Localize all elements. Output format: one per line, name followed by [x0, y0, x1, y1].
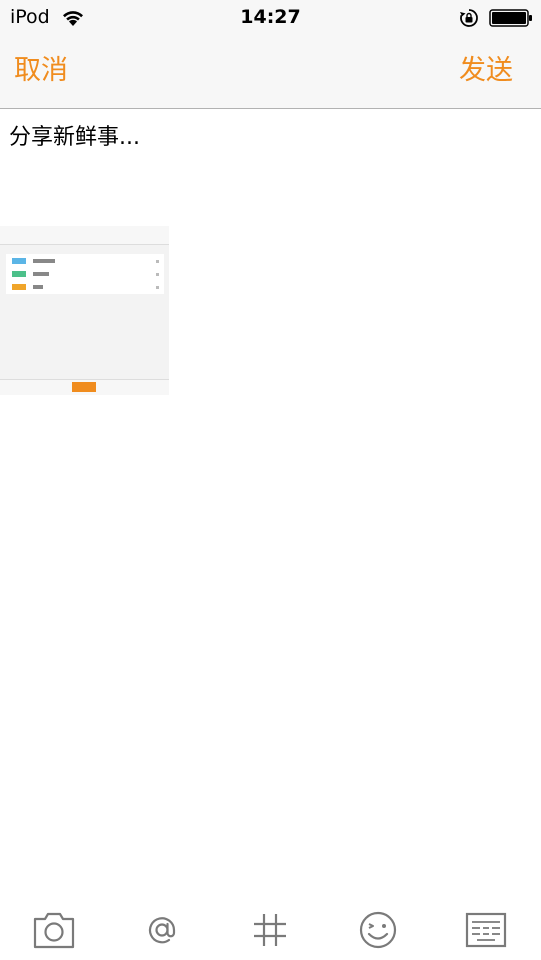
thumbnail-row-text — [33, 285, 43, 289]
thumbnail-row-text — [33, 259, 55, 263]
at-icon[interactable] — [140, 910, 184, 950]
battery-icon — [489, 9, 533, 27]
rotation-lock-icon — [459, 8, 479, 28]
thumbnail-compose-tab — [72, 382, 96, 392]
status-bar: iPod 14:27 — [0, 0, 541, 36]
thumbnail-row-icon — [12, 284, 26, 290]
camera-icon[interactable] — [32, 910, 76, 950]
hashtag-icon[interactable] — [248, 910, 292, 950]
thumbnail-row-icon — [12, 258, 26, 264]
thumbnail-row-icon — [12, 271, 26, 277]
thumbnail-row-arrow — [156, 273, 159, 276]
compose-toolbar — [0, 896, 541, 960]
emoji-icon[interactable] — [356, 910, 400, 950]
thumbnail-row-arrow — [156, 260, 159, 263]
thumbnail-list-panel — [6, 254, 164, 294]
send-button[interactable]: 发送 — [459, 54, 513, 88]
compose-text-input[interactable]: 分享新鲜事... — [9, 122, 529, 158]
attached-image-thumbnail[interactable] — [0, 226, 169, 395]
thumbnail-row-text — [33, 272, 49, 276]
thumbnail-nav-bar — [0, 232, 169, 245]
compose-screen: iPod 14:27 取消 发送 分享新鲜事... — [0, 0, 541, 960]
thumbnail-row-arrow — [156, 286, 159, 289]
cancel-button[interactable]: 取消 — [14, 54, 68, 88]
keyboard-icon[interactable] — [464, 910, 508, 950]
nav-bar: 取消 发送 — [0, 36, 541, 109]
